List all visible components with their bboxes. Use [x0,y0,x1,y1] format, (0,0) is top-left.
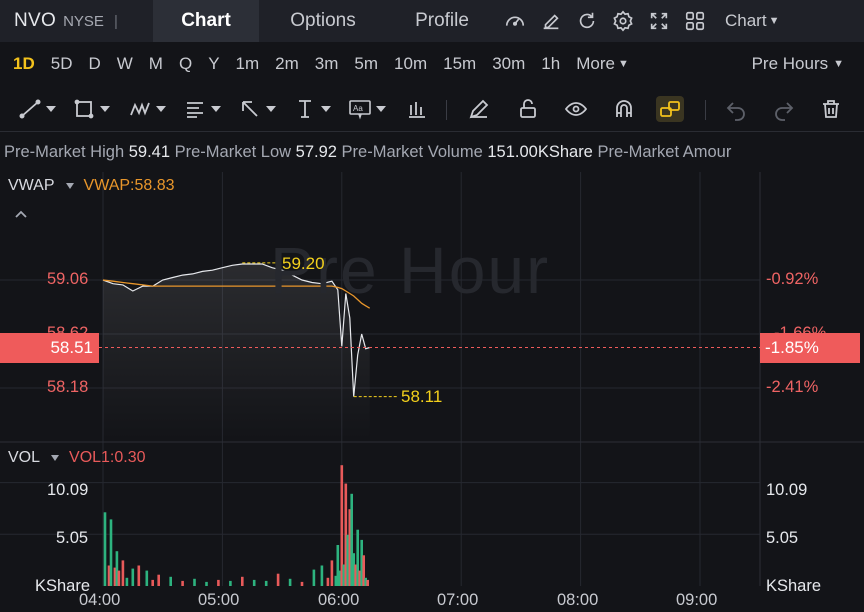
change-tick-right: -2.41% [766,378,819,396]
vol-indicator-header[interactable]: VOL VOL1:0.30 [8,449,146,467]
volume-bar [151,579,154,586]
volume-bar [157,574,160,586]
vol-indicator-name: VOL [8,449,41,466]
volume-tick-right: 5.05 [766,529,799,547]
volume-bar [276,573,280,586]
chevron-down-icon [51,455,60,461]
vwap-value: VWAP:58.83 [83,177,175,194]
time-tick: 05:00 [198,591,240,609]
volume-bar [205,581,208,586]
volume-bar [217,579,220,586]
current-change-label: -1.85% [760,333,860,363]
session-low-marker: 58.11 [401,387,443,406]
volume-tick-left: 10.09 [47,481,89,499]
current-price-label: 58.51 [0,333,99,363]
volume-bar [125,577,129,586]
volume-bar [169,576,172,586]
volume-bar [330,560,334,586]
change-tick-right: -0.92% [766,270,819,288]
volume-bar [103,512,107,586]
volume-bar [312,569,316,586]
volume-bar [264,580,268,586]
volume-bar [241,576,244,586]
vwap-indicator-name: VWAP [8,177,55,194]
time-tick: 04:00 [79,591,121,609]
price-tick-left: 58.18 [47,378,89,396]
vwap-indicator-header[interactable]: VWAP VWAP:58.83 [8,177,175,195]
volume-bar [193,578,196,586]
volume-bar [145,570,149,586]
volume-bar [300,581,304,586]
price-tick-left: 59.06 [47,270,89,288]
chevron-down-icon [65,183,74,189]
volume-bar [117,570,121,586]
volume-tick-left: 5.05 [56,529,89,547]
volume-bar [288,578,292,586]
volume-bar [229,580,232,586]
volume-bar [366,579,369,586]
time-tick: 09:00 [676,591,718,609]
volume-tick-right: KShare [766,577,822,595]
volume-bar [109,519,113,586]
vol-value: VOL1:0.30 [69,449,146,466]
volume-bar [326,577,330,586]
volume-bar [252,579,256,586]
time-tick: 07:00 [437,591,479,609]
volume-tick-right: 10.09 [766,481,808,499]
session-high-marker: 59.20 [282,254,325,273]
time-tick: 06:00 [318,591,360,609]
volume-bar [137,565,141,586]
volume-bar [181,580,184,586]
volume-bar [320,565,324,586]
chevron-up-icon[interactable] [14,209,28,219]
time-tick: 08:00 [557,591,599,609]
volume-bar [131,568,135,586]
volume-bar [121,560,125,586]
